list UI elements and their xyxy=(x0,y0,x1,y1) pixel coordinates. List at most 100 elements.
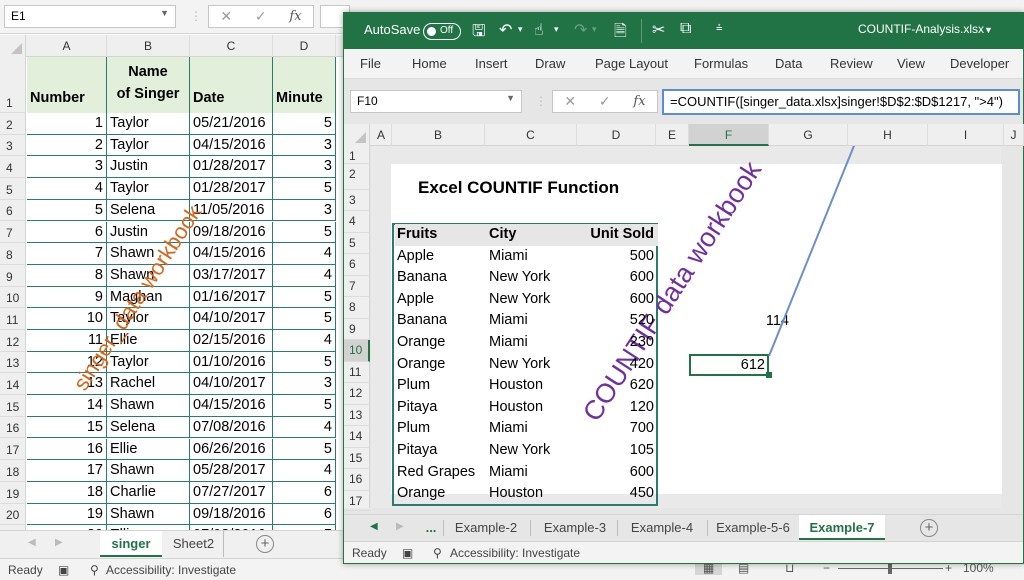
column-header-f[interactable]: F xyxy=(689,124,769,146)
cell-name[interactable]: Justin xyxy=(107,221,190,244)
table-cell[interactable]: Miami xyxy=(487,310,579,332)
cell-name[interactable]: Shawn xyxy=(107,395,190,417)
row-header[interactable]: 11 xyxy=(0,308,26,330)
table-cell[interactable]: Banana xyxy=(395,267,487,289)
accessibility-icon[interactable]: ⚲ xyxy=(433,546,442,560)
row-header[interactable]: 2 xyxy=(344,164,370,190)
table-cell[interactable]: 620 xyxy=(579,375,658,397)
accessibility-status[interactable]: Accessibility: Investigate xyxy=(106,563,236,577)
cell-name[interactable]: Ellie xyxy=(107,438,190,461)
row-header[interactable]: 6 xyxy=(0,200,26,222)
cell-minute[interactable]: 3 xyxy=(273,156,336,179)
cell-name[interactable]: Selena xyxy=(107,199,190,222)
name-box[interactable]: E1 ▼ xyxy=(4,5,176,28)
cell-name[interactable]: Taylor xyxy=(107,113,190,135)
row-header[interactable]: 3 xyxy=(344,190,370,211)
touch-mode-icon[interactable]: ☝ xyxy=(534,20,544,40)
cell-number[interactable]: 5 xyxy=(27,199,107,222)
redo-dropdown-icon[interactable]: ▾ xyxy=(592,24,597,35)
row-header[interactable]: 10 xyxy=(0,287,26,309)
cut-icon[interactable]: ✂ xyxy=(652,20,665,40)
select-all-button[interactable] xyxy=(0,35,26,57)
cell-name[interactable]: Taylor xyxy=(107,178,190,200)
table-cell[interactable]: Miami xyxy=(487,462,579,484)
cell-number[interactable]: 7 xyxy=(27,243,107,265)
cell-date[interactable]: 04/15/2016 xyxy=(190,134,273,157)
column-header-j[interactable]: J xyxy=(1004,124,1024,146)
column-header-i[interactable]: I xyxy=(928,124,1004,146)
table-cell[interactable]: Miami xyxy=(487,418,579,440)
table-cell[interactable]: 230 xyxy=(579,332,658,354)
cell-name[interactable]: Charlie xyxy=(107,481,190,504)
table-cell[interactable]: 500 xyxy=(579,246,658,268)
insert-function-icon[interactable]: fx xyxy=(633,94,645,109)
row-header[interactable]: 9 xyxy=(344,319,370,340)
row-header[interactable]: 8 xyxy=(0,243,26,265)
cell-date[interactable]: 09/18/2016 xyxy=(190,503,273,526)
menu-developer[interactable]: Developer xyxy=(950,56,1009,71)
row-header[interactable]: 14 xyxy=(344,426,370,448)
cell-minute[interactable]: 6 xyxy=(273,503,336,526)
cell-date[interactable]: 02/15/2016 xyxy=(190,330,273,352)
cell-minute[interactable]: 5 xyxy=(273,308,336,330)
macro-record-icon[interactable]: ▣ xyxy=(58,563,69,577)
cell-date[interactable]: 07/08/2016 xyxy=(190,416,273,439)
cell-minute[interactable]: 3 xyxy=(273,134,336,157)
table-cell[interactable]: 120 xyxy=(579,397,658,419)
row-header[interactable]: 18 xyxy=(0,460,26,482)
cell-number[interactable]: 19 xyxy=(27,503,107,526)
cell-minute[interactable]: 4 xyxy=(273,243,336,265)
cell-minute[interactable]: 5 xyxy=(273,351,336,374)
column-header-g[interactable]: G xyxy=(769,124,848,146)
cell-number[interactable]: 6 xyxy=(27,221,107,244)
row-header[interactable]: 17 xyxy=(344,491,370,511)
scroll-right-icon[interactable]: ▶ xyxy=(55,537,63,548)
scroll-left-icon[interactable]: ◀ xyxy=(370,521,378,532)
cell-date[interactable]: 01/10/2016 xyxy=(190,351,273,374)
column-header-d[interactable]: D xyxy=(577,124,656,146)
row-header[interactable]: 4 xyxy=(0,156,26,179)
sheet-tab-more[interactable]: ... xyxy=(420,515,442,540)
cell-number[interactable]: 12 xyxy=(27,351,107,374)
row-header[interactable]: 6 xyxy=(344,254,370,276)
undo-dropdown-icon[interactable]: ▾ xyxy=(518,24,523,35)
row-header[interactable]: 15 xyxy=(344,448,370,469)
table-cell[interactable]: Houston xyxy=(487,397,579,419)
row-header[interactable]: 5 xyxy=(0,178,26,200)
enter-icon[interactable]: ✓ xyxy=(599,93,611,110)
row-header[interactable]: 11 xyxy=(344,362,370,383)
sheet-tab-singer[interactable]: singer xyxy=(100,531,162,557)
insert-function-icon[interactable]: fx xyxy=(289,9,301,24)
row-header[interactable]: 1 xyxy=(0,57,26,113)
cell-minute[interactable]: 4 xyxy=(273,460,336,482)
header-name-of-singer[interactable]: Name of Singer xyxy=(107,57,190,113)
undo-icon[interactable]: ↶ xyxy=(499,20,512,40)
cell-name[interactable]: Shawn xyxy=(107,243,190,265)
column-header-d[interactable]: D xyxy=(273,35,336,57)
cell-date[interactable]: 06/26/2016 xyxy=(190,438,273,461)
row-header[interactable]: 3 xyxy=(0,135,26,157)
cell-number[interactable]: 10 xyxy=(27,308,107,330)
cell-name[interactable]: Shawn xyxy=(107,264,190,287)
cell-name[interactable]: Shawn xyxy=(107,460,190,482)
table-cell[interactable]: Miami xyxy=(487,332,579,354)
touch-dropdown-icon[interactable]: ▾ xyxy=(554,24,559,35)
cell-date[interactable]: 05/21/2016 xyxy=(190,113,273,135)
enter-icon[interactable]: ✓ xyxy=(255,8,267,25)
table-cell[interactable]: 600 xyxy=(579,289,658,311)
cell-date[interactable]: 04/10/2017 xyxy=(190,373,273,396)
table-cell[interactable]: Houston xyxy=(487,483,579,505)
table-cell[interactable]: Plum xyxy=(395,375,487,397)
cell-date[interactable]: 04/15/2016 xyxy=(190,395,273,417)
sheet-tab-example-4[interactable]: Example-4 xyxy=(619,515,705,540)
chevron-down-icon[interactable]: ▼ xyxy=(506,93,515,103)
customize-toolbar-icon[interactable]: ⩮ xyxy=(716,22,722,35)
table-cell[interactable]: Orange xyxy=(395,483,487,505)
select-all-button[interactable] xyxy=(344,124,370,146)
title-dropdown-icon[interactable]: ▼ xyxy=(984,25,993,35)
cell-minute[interactable]: 5 xyxy=(273,438,336,461)
sheet-tab-example-5-6[interactable]: Example-5-6 xyxy=(710,515,796,540)
table-cell[interactable]: Miami xyxy=(487,246,579,268)
column-header-b[interactable]: B xyxy=(392,124,485,146)
column-header-a[interactable]: A xyxy=(371,124,392,146)
